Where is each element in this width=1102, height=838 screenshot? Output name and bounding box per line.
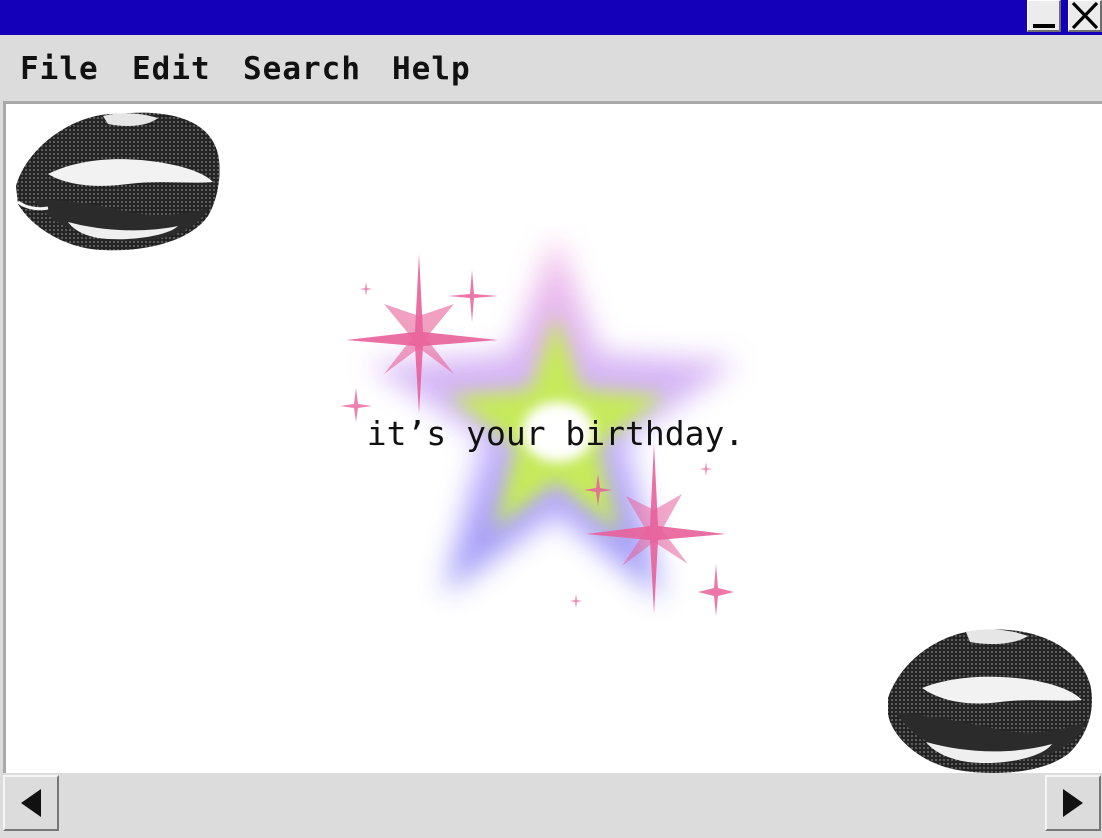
close-icon <box>1071 1 1099 30</box>
scroll-track[interactable] <box>60 775 1044 831</box>
title-bar[interactable] <box>0 0 1102 35</box>
menu-file[interactable]: File <box>20 51 99 87</box>
birthday-message: it’s your birthday. <box>366 414 745 453</box>
menu-help[interactable]: Help <box>392 51 471 87</box>
content-area: it’s your birthday. <box>3 101 1102 773</box>
lips-icon <box>16 112 220 251</box>
app-window: File Edit Search Help it’s your birthday… <box>0 0 1102 838</box>
scroll-left-button[interactable] <box>3 775 59 831</box>
lips-icon <box>888 629 1092 773</box>
menu-edit[interactable]: Edit <box>132 51 211 87</box>
close-button[interactable] <box>1068 0 1102 32</box>
arrow-left-icon <box>21 789 41 817</box>
horizontal-scrollbar[interactable] <box>0 773 1102 838</box>
menu-bar: File Edit Search Help <box>0 35 1102 101</box>
menu-search[interactable]: Search <box>243 51 361 87</box>
arrow-right-icon <box>1063 789 1083 817</box>
scroll-right-button[interactable] <box>1045 775 1101 831</box>
minimize-icon <box>1033 24 1055 28</box>
minimize-button[interactable] <box>1027 0 1061 32</box>
